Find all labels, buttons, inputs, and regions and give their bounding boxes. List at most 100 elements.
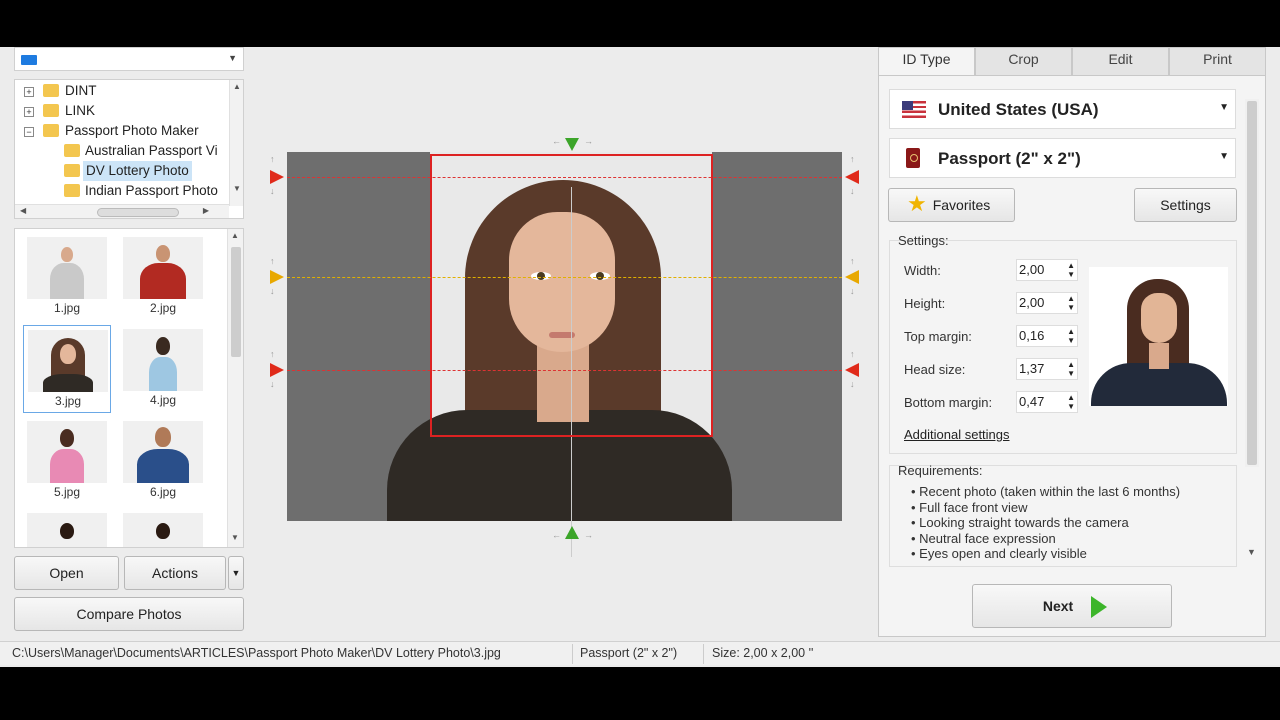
guide-handle-left-top[interactable] [270,170,284,184]
move-hint-icon: ↑ [270,256,275,266]
scroll-up-icon[interactable]: ▲ [233,82,241,91]
bottom-margin-label: Bottom margin: [904,395,993,410]
requirement-item: Neutral face expression [911,531,1231,547]
chevron-down-icon[interactable]: ▼ [228,53,237,63]
eye-handle-right[interactable] [845,270,859,284]
tab-id-type[interactable]: ID Type [878,47,975,77]
chevron-down-icon[interactable]: ▼ [1219,102,1229,113]
spinner-icon[interactable]: ▲ ▼ [1067,327,1075,345]
tree-item-link[interactable]: LINK [65,101,95,121]
tree-item-passport-photo-maker[interactable]: Passport Photo Maker [65,121,199,141]
tree-item-dint[interactable]: DINT [65,81,97,101]
height-label: Height: [904,296,946,311]
folder-icon [43,84,59,97]
tab-print[interactable]: Print [1169,47,1266,76]
eye-handle-left[interactable] [270,270,284,284]
top-arrow-handle[interactable] [565,138,579,151]
thumbnail-label: 2.jpg [149,301,177,315]
scroll-left-icon[interactable]: ◀ [20,206,26,215]
scroll-down-icon[interactable]: ▼ [1247,547,1256,557]
guide-handle-right-chin[interactable] [845,363,859,377]
drive-icon [21,55,37,65]
chin-guide-line[interactable] [287,370,842,371]
move-hint-icon: → [584,136,593,146]
spinner-icon[interactable]: ▲ ▼ [1067,393,1075,411]
move-hint-icon: → [584,530,593,540]
chevron-down-icon[interactable]: ▼ [1219,151,1229,162]
bottom-margin-value: 0,47 [1019,394,1045,409]
settings-title: Settings: [898,233,949,248]
arrow-right-icon [1091,596,1108,619]
move-hint-icon: ↑ [270,349,275,359]
spinner-icon[interactable]: ▲ ▼ [1067,261,1075,279]
width-field[interactable]: 2,00 ▲ ▼ [1016,259,1078,281]
tree-horizontal-scrollbar[interactable]: ◀ ▶ [15,204,229,218]
compare-photos-button[interactable]: Compare Photos [14,597,244,631]
top-guide-line[interactable] [287,177,842,178]
actions-button[interactable]: Actions [124,556,226,590]
top-margin-field[interactable]: 0,16 ▲ ▼ [1016,325,1078,347]
guide-handle-left-chin[interactable] [270,363,284,377]
head-size-field[interactable]: 1,37 ▲ ▼ [1016,358,1078,380]
move-hint-icon: ↑ [850,154,855,164]
tab-edit[interactable]: Edit [1072,47,1169,76]
actions-dropdown-icon[interactable]: ▼ [228,556,244,590]
thumbnail-item[interactable] [119,509,207,547]
star-icon: ★ [907,191,927,216]
tree-item-dv-lottery[interactable]: DV Lottery Photo [83,161,192,181]
bottom-margin-field[interactable]: 0,47 ▲ ▼ [1016,391,1078,413]
eye-guide-line[interactable] [287,277,842,278]
thumbnail-item[interactable]: 5.jpg [23,417,111,505]
us-flag-icon [902,101,926,118]
bottom-arrow-handle[interactable] [565,526,579,539]
drive-select[interactable]: ▼ [14,47,244,71]
thumbnail-item[interactable]: 1.jpg [23,233,111,321]
tree-item-australian[interactable]: Australian Passport Vi [85,141,225,161]
country-select[interactable]: United States (USA) ▼ [889,89,1236,129]
thumbnail-item[interactable]: 6.jpg [119,417,207,505]
thumbnail-grid: 1.jpg 2.jpg 3.jpg 4.jpg 5.jpg 6.jpg ▲ ▼ [14,228,244,548]
thumbnail-image [123,513,203,547]
thumbnail-item[interactable]: 2.jpg [119,233,207,321]
spinner-icon[interactable]: ▲ ▼ [1067,360,1075,378]
move-hint-icon: ↑ [270,154,275,164]
scroll-thumb[interactable] [1247,101,1257,465]
height-value: 2,00 [1019,295,1045,310]
scroll-down-icon[interactable]: ▼ [233,184,241,193]
crop-frame[interactable] [430,154,713,437]
tree-item-indian[interactable]: Indian Passport Photo [85,181,225,201]
expand-icon[interactable]: + [24,87,34,97]
scroll-thumb[interactable] [231,247,241,357]
favorites-button[interactable]: ★ Favorites [888,188,1015,222]
document-value: Passport (2" x 2") [938,149,1081,168]
scroll-right-icon[interactable]: ▶ [203,206,209,215]
thumbnail-scrollbar[interactable]: ▲ ▼ [227,229,243,547]
folder-icon [43,124,59,137]
move-hint-icon: ↑ [850,256,855,266]
scroll-thumb[interactable] [97,208,179,217]
guide-handle-right-top[interactable] [845,170,859,184]
open-button[interactable]: Open [14,556,119,590]
next-button[interactable]: Next [972,584,1172,628]
spinner-icon[interactable]: ▲ ▼ [1067,294,1075,312]
move-hint-icon: ↓ [270,379,275,389]
height-field[interactable]: 2,00 ▲ ▼ [1016,292,1078,314]
tab-crop[interactable]: Crop [975,47,1072,76]
thumbnail-item-selected[interactable]: 3.jpg [23,325,111,413]
expand-icon[interactable]: + [24,107,34,117]
thumbnail-image [123,237,203,299]
additional-settings-link[interactable]: Additional settings [904,427,1010,442]
thumbnail-item[interactable]: 4.jpg [119,325,207,413]
thumbnail-item[interactable] [23,509,111,547]
settings-button[interactable]: Settings [1134,188,1237,222]
collapse-icon[interactable]: − [24,127,34,137]
folder-icon [64,164,80,177]
panel-scrollbar[interactable] [1245,99,1259,467]
country-value: United States (USA) [938,100,1099,119]
folder-icon [64,184,80,197]
tree-vertical-scrollbar[interactable]: ▲ ▼ [229,80,243,206]
thumbnail-label: 1.jpg [53,301,81,315]
scroll-up-icon[interactable]: ▲ [231,231,239,240]
document-select[interactable]: Passport (2" x 2") ▼ [889,138,1236,178]
scroll-down-icon[interactable]: ▼ [231,533,239,542]
